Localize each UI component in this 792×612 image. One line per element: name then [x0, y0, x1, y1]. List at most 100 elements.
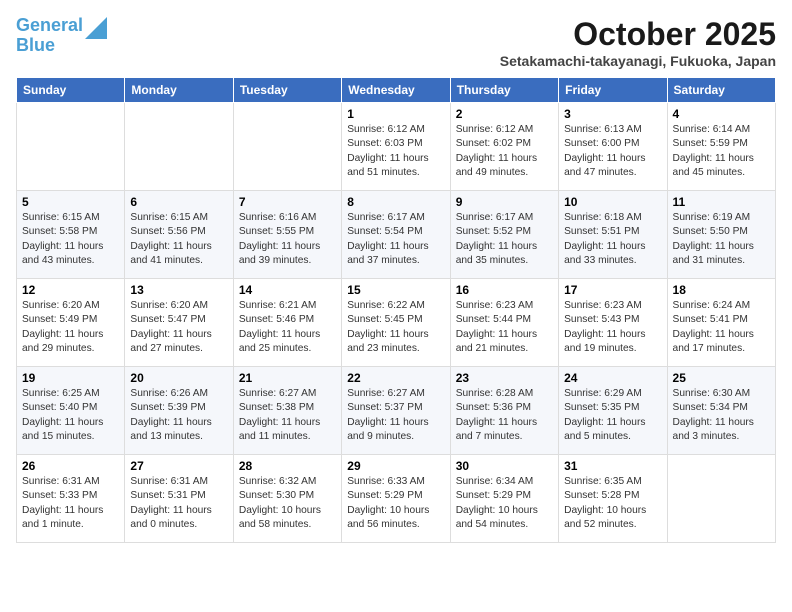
calendar-table: SundayMondayTuesdayWednesdayThursdayFrid… — [16, 77, 776, 543]
day-cell: 9 Sunrise: 6:17 AMSunset: 5:52 PMDaylight… — [450, 191, 558, 279]
day-number: 18 — [673, 283, 770, 297]
day-cell: 27 Sunrise: 6:31 AMSunset: 5:31 PMDayligh… — [125, 455, 233, 543]
day-info: Sunrise: 6:18 AMSunset: 5:51 PMDaylight:… — [564, 211, 661, 268]
day-cell — [233, 103, 341, 191]
day-number: 2 — [456, 107, 553, 121]
title-block: October 2025 Setakamachi-takayanagi, Fuk… — [500, 16, 776, 69]
day-cell: 6 Sunrise: 6:15 AMSunset: 5:56 PMDaylight… — [125, 191, 233, 279]
day-info: Sunrise: 6:15 AMSunset: 5:56 PMDaylight:… — [130, 211, 227, 268]
day-number: 9 — [456, 195, 553, 209]
day-number: 15 — [347, 283, 444, 297]
location-subtitle: Setakamachi-takayanagi, Fukuoka, Japan — [500, 53, 776, 69]
weekday-header-thursday: Thursday — [450, 78, 558, 103]
weekday-header-monday: Monday — [125, 78, 233, 103]
day-number: 23 — [456, 371, 553, 385]
day-number: 10 — [564, 195, 661, 209]
day-cell — [17, 103, 125, 191]
day-number: 6 — [130, 195, 227, 209]
day-cell: 1 Sunrise: 6:12 AMSunset: 6:03 PMDaylight… — [342, 103, 450, 191]
day-number: 25 — [673, 371, 770, 385]
day-cell: 26 Sunrise: 6:31 AMSunset: 5:33 PMDayligh… — [17, 455, 125, 543]
logo: General Blue — [16, 16, 107, 56]
weekday-header-wednesday: Wednesday — [342, 78, 450, 103]
day-info: Sunrise: 6:19 AMSunset: 5:50 PMDaylight:… — [673, 211, 770, 268]
day-cell: 30Sunrise: 6:34 AMSunset: 5:29 PMDayligh… — [450, 455, 558, 543]
logo-general: General — [16, 15, 83, 35]
day-cell: 28Sunrise: 6:32 AMSunset: 5:30 PMDayligh… — [233, 455, 341, 543]
day-info: Sunrise: 6:28 AMSunset: 5:36 PMDaylight:… — [456, 387, 553, 444]
day-info: Sunrise: 6:29 AMSunset: 5:35 PMDaylight:… — [564, 387, 661, 444]
day-number: 14 — [239, 283, 336, 297]
day-info: Sunrise: 6:17 AMSunset: 5:54 PMDaylight:… — [347, 211, 444, 268]
week-row-2: 5Sunrise: 6:15 AMSunset: 5:58 PMDaylight… — [17, 191, 776, 279]
day-info: Sunrise: 6:25 AMSunset: 5:40 PMDaylight:… — [22, 387, 119, 444]
day-cell: 10 Sunrise: 6:18 AMSunset: 5:51 PMDayligh… — [559, 191, 667, 279]
day-info: Sunrise: 6:23 AMSunset: 5:44 PMDaylight:… — [456, 299, 553, 356]
day-cell: 5Sunrise: 6:15 AMSunset: 5:58 PMDaylight… — [17, 191, 125, 279]
day-cell: 16Sunrise: 6:23 AMSunset: 5:44 PMDayligh… — [450, 279, 558, 367]
day-info: Sunrise: 6:27 AMSunset: 5:37 PMDaylight:… — [347, 387, 444, 444]
day-number: 1 — [347, 107, 444, 121]
day-cell: 11 Sunrise: 6:19 AMSunset: 5:50 PMDayligh… — [667, 191, 775, 279]
day-number: 8 — [347, 195, 444, 209]
day-cell: 18 Sunrise: 6:24 AMSunset: 5:41 PMDayligh… — [667, 279, 775, 367]
day-info: Sunrise: 6:15 AMSunset: 5:58 PMDaylight:… — [22, 211, 119, 268]
day-cell: 31Sunrise: 6:35 AMSunset: 5:28 PMDayligh… — [559, 455, 667, 543]
day-number: 3 — [564, 107, 661, 121]
weekday-header-sunday: Sunday — [17, 78, 125, 103]
day-info: Sunrise: 6:22 AMSunset: 5:45 PMDaylight:… — [347, 299, 444, 356]
weekday-header-tuesday: Tuesday — [233, 78, 341, 103]
page-header: General Blue October 2025 Setakamachi-ta… — [16, 16, 776, 69]
day-cell: 24 Sunrise: 6:29 AMSunset: 5:35 PMDayligh… — [559, 367, 667, 455]
day-cell — [667, 455, 775, 543]
day-cell: 17 Sunrise: 6:23 AMSunset: 5:43 PMDayligh… — [559, 279, 667, 367]
day-cell: 21Sunrise: 6:27 AMSunset: 5:38 PMDayligh… — [233, 367, 341, 455]
day-info: Sunrise: 6:33 AMSunset: 5:29 PMDaylight:… — [347, 475, 444, 532]
day-number: 31 — [564, 459, 661, 473]
day-number: 20 — [130, 371, 227, 385]
day-number: 7 — [239, 195, 336, 209]
day-cell: 20 Sunrise: 6:26 AMSunset: 5:39 PMDayligh… — [125, 367, 233, 455]
day-info: Sunrise: 6:21 AMSunset: 5:46 PMDaylight:… — [239, 299, 336, 356]
day-number: 27 — [130, 459, 227, 473]
day-cell: 7 Sunrise: 6:16 AMSunset: 5:55 PMDaylight… — [233, 191, 341, 279]
day-number: 17 — [564, 283, 661, 297]
week-row-5: 26 Sunrise: 6:31 AMSunset: 5:33 PMDayligh… — [17, 455, 776, 543]
day-number: 26 — [22, 459, 119, 473]
day-cell: 14 Sunrise: 6:21 AMSunset: 5:46 PMDayligh… — [233, 279, 341, 367]
day-cell: 4Sunrise: 6:14 AMSunset: 5:59 PMDaylight… — [667, 103, 775, 191]
day-info: Sunrise: 6:34 AMSunset: 5:29 PMDaylight:… — [456, 475, 553, 532]
day-info: Sunrise: 6:13 AMSunset: 6:00 PMDaylight:… — [564, 123, 661, 180]
week-row-4: 19 Sunrise: 6:25 AMSunset: 5:40 PMDayligh… — [17, 367, 776, 455]
day-number: 19 — [22, 371, 119, 385]
day-cell: 22 Sunrise: 6:27 AMSunset: 5:37 PMDayligh… — [342, 367, 450, 455]
day-info: Sunrise: 6:20 AMSunset: 5:49 PMDaylight:… — [22, 299, 119, 356]
day-cell: 19 Sunrise: 6:25 AMSunset: 5:40 PMDayligh… — [17, 367, 125, 455]
day-cell: 12Sunrise: 6:20 AMSunset: 5:49 PMDayligh… — [17, 279, 125, 367]
day-cell — [125, 103, 233, 191]
day-info: Sunrise: 6:16 AMSunset: 5:55 PMDaylight:… — [239, 211, 336, 268]
day-info: Sunrise: 6:12 AMSunset: 6:02 PMDaylight:… — [456, 123, 553, 180]
logo-arrow-icon — [85, 17, 107, 39]
day-info: Sunrise: 6:23 AMSunset: 5:43 PMDaylight:… — [564, 299, 661, 356]
weekday-header-row: SundayMondayTuesdayWednesdayThursdayFrid… — [17, 78, 776, 103]
day-info: Sunrise: 6:31 AMSunset: 5:31 PMDaylight:… — [130, 475, 227, 532]
day-info: Sunrise: 6:24 AMSunset: 5:41 PMDaylight:… — [673, 299, 770, 356]
day-number: 11 — [673, 195, 770, 209]
day-number: 22 — [347, 371, 444, 385]
day-info: Sunrise: 6:31 AMSunset: 5:33 PMDaylight:… — [22, 475, 119, 532]
day-info: Sunrise: 6:26 AMSunset: 5:39 PMDaylight:… — [130, 387, 227, 444]
day-cell: 15 Sunrise: 6:22 AMSunset: 5:45 PMDayligh… — [342, 279, 450, 367]
day-cell: 2 Sunrise: 6:12 AMSunset: 6:02 PMDaylight… — [450, 103, 558, 191]
day-info: Sunrise: 6:20 AMSunset: 5:47 PMDaylight:… — [130, 299, 227, 356]
day-number: 29 — [347, 459, 444, 473]
logo-blue: Blue — [16, 35, 55, 55]
day-number: 4 — [673, 107, 770, 121]
day-info: Sunrise: 6:17 AMSunset: 5:52 PMDaylight:… — [456, 211, 553, 268]
day-info: Sunrise: 6:32 AMSunset: 5:30 PMDaylight:… — [239, 475, 336, 532]
day-number: 13 — [130, 283, 227, 297]
logo-text: General Blue — [16, 16, 83, 56]
day-info: Sunrise: 6:12 AMSunset: 6:03 PMDaylight:… — [347, 123, 444, 180]
day-number: 24 — [564, 371, 661, 385]
weekday-header-friday: Friday — [559, 78, 667, 103]
